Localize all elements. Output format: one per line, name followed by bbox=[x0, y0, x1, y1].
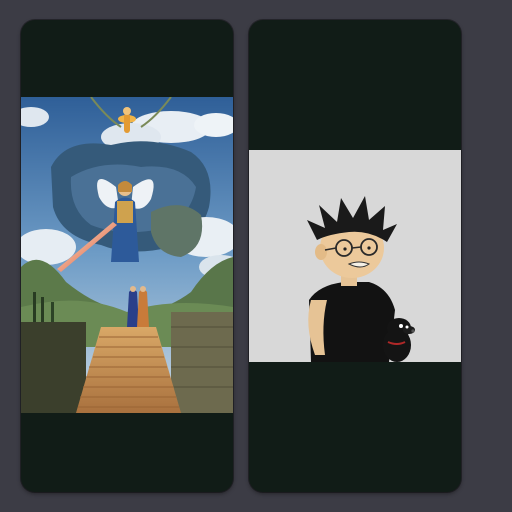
image-card-right[interactable] bbox=[249, 20, 461, 492]
painting-angel-staircase-icon bbox=[21, 97, 233, 413]
cartoon-boy-glasses-dog-icon bbox=[249, 150, 461, 362]
gallery-view bbox=[0, 0, 512, 512]
image-card-left[interactable] bbox=[21, 20, 233, 492]
